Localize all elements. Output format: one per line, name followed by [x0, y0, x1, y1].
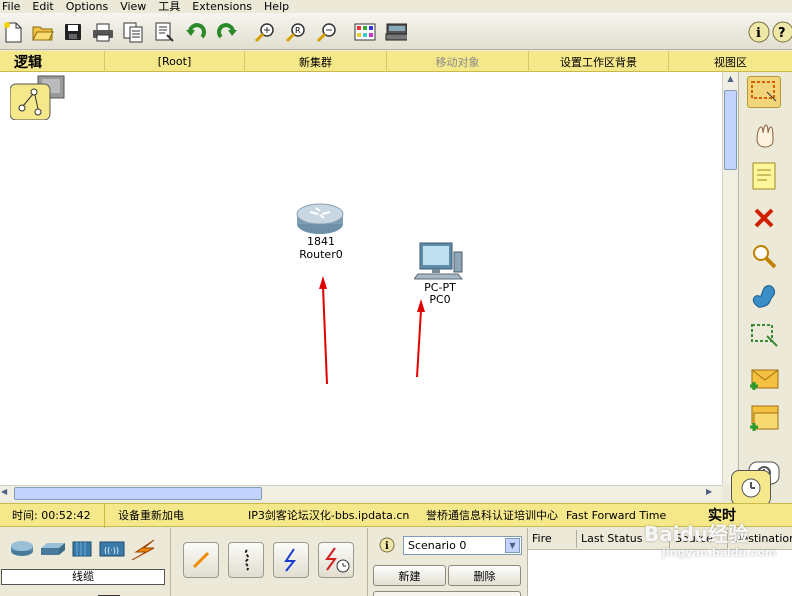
menu-extensions[interactable]: Extensions [186, 0, 258, 13]
router-icon [296, 203, 344, 234]
logical-tab-icon[interactable] [10, 74, 65, 120]
router-model-label: 1841 [307, 235, 335, 248]
menu-bar: File Edit Options View 工具 Extensions Hel… [0, 0, 792, 13]
right-toolbar [731, 72, 792, 506]
horizontal-scroll-thumb[interactable] [14, 487, 262, 500]
vertical-scroll-thumb[interactable] [724, 90, 737, 170]
new-cluster-button[interactable]: 新集群 [245, 51, 387, 72]
svg-text:?: ? [778, 26, 786, 41]
annotation-arrows [319, 276, 425, 385]
realtime-tab-icon[interactable] [731, 470, 771, 506]
root-button[interactable]: [Root] [105, 51, 245, 72]
menu-edit[interactable]: Edit [26, 0, 59, 13]
pc-device[interactable]: PC-PT PC0 [414, 242, 466, 308]
baidu-watermark-brand: Baidu经验 [644, 522, 749, 546]
logical-workspace-bar: [Root] 新集群 移动对象 设置工作区背景 视图区 [0, 51, 792, 72]
place-note-icon[interactable] [747, 160, 781, 192]
device-category-switch-icon[interactable] [40, 542, 66, 559]
menu-file[interactable]: File [0, 0, 26, 13]
device-category-router-icon[interactable] [10, 540, 34, 559]
delete-scenario-button[interactable]: 删除 [448, 565, 521, 586]
palette-icon[interactable] [354, 21, 376, 43]
info-icon[interactable]: i [748, 21, 770, 43]
device-category-hub-icon[interactable] [72, 541, 92, 560]
pc-icon [414, 242, 464, 280]
device-category-connections-icon[interactable] [130, 538, 156, 563]
router-name-label: Router0 [299, 248, 343, 261]
svg-text:i: i [756, 26, 761, 41]
scenario-selected-value: Scenario 0 [408, 539, 467, 552]
svg-text:i: i [385, 541, 389, 552]
baidu-watermark-url: jingyan.baidu.com [662, 546, 777, 559]
delete-icon[interactable] [747, 202, 781, 234]
vertical-scrollbar[interactable]: ▲ [722, 72, 738, 485]
select-icon[interactable] [747, 76, 781, 108]
svg-text:((·)): ((·)) [104, 546, 119, 555]
move-object-button[interactable]: 移动对象 [387, 51, 529, 72]
move-layout-icon[interactable] [747, 118, 781, 150]
power-cycle-button[interactable]: 设备重新加电 [118, 504, 184, 528]
baidu-watermark: Baidu经验 jingyan.baidu.com [640, 512, 776, 572]
chevron-down-icon[interactable]: ▼ [505, 538, 520, 553]
horizontal-scrollbar[interactable]: ◀ ▶ [0, 485, 722, 501]
viewport-button[interactable]: 视图区 [669, 51, 792, 72]
menu-options[interactable]: Options [60, 0, 114, 13]
new-scenario-button[interactable]: 新建 [373, 565, 446, 586]
menu-view[interactable]: View [114, 0, 152, 13]
scenario-extra-button[interactable] [373, 591, 521, 596]
redo-icon[interactable] [216, 21, 238, 43]
straight-through-cable-button[interactable] [273, 542, 309, 578]
add-complex-pdu-icon[interactable] [747, 402, 781, 434]
zoom-out-icon[interactable] [316, 21, 338, 43]
device-category-wireless-icon[interactable]: ((·)) [99, 540, 125, 561]
custom-device-icon[interactable] [385, 21, 407, 43]
serial-cable-button[interactable] [318, 542, 354, 578]
time-label: 时间: 00:52:42 [12, 509, 91, 522]
zoom-reset-icon[interactable]: R [285, 21, 307, 43]
router-device[interactable]: 1841 Router0 [296, 202, 346, 262]
auto-connection-icon [192, 551, 210, 569]
draw-shape-icon[interactable] [747, 280, 781, 312]
print-icon[interactable] [92, 21, 114, 43]
pc-annotation-arrow [416, 299, 425, 378]
pc-name-label: PC0 [429, 293, 451, 306]
scroll-right-button[interactable]: ▶ [706, 487, 718, 500]
toolbar: R i ? [0, 13, 792, 50]
save-icon[interactable] [62, 21, 84, 43]
help-icon[interactable]: ? [772, 21, 792, 43]
console-cable-button[interactable] [228, 542, 264, 578]
logical-workspace[interactable]: 1841 Router0 PC-PT PC0 [0, 72, 722, 485]
credit-text-2: 誉桥通信息科认证培训中心 [426, 509, 558, 522]
auto-connection-button[interactable] [183, 542, 219, 578]
scroll-left-button[interactable]: ◀ [1, 487, 13, 500]
add-simple-pdu-icon[interactable] [747, 362, 781, 394]
pdu-column-fire[interactable]: Fire [532, 532, 552, 545]
menu-tools[interactable]: 工具 [152, 0, 186, 13]
zoom-in-icon[interactable] [254, 21, 276, 43]
serial-clock-cable-icon [325, 547, 350, 573]
new-file-icon[interactable] [2, 21, 24, 43]
straight-through-cable-icon [284, 548, 297, 572]
scenario-info-icon[interactable]: i [379, 537, 395, 556]
console-cable-icon [244, 549, 250, 571]
activity-wizard-icon[interactable] [153, 21, 175, 43]
set-background-button[interactable]: 设置工作区背景 [529, 51, 669, 72]
copy-icon[interactable] [122, 21, 144, 43]
resize-shape-icon[interactable] [747, 320, 781, 352]
device-category-label: 线缆 [1, 569, 165, 585]
device-category-row-2 [20, 590, 120, 596]
router-annotation-arrow [319, 276, 328, 385]
inspect-icon[interactable] [747, 240, 781, 272]
credit-text: IP3剑客论坛汉化-bbs.ipdata.cn [248, 509, 410, 522]
scroll-up-button[interactable]: ▲ [724, 74, 737, 88]
logical-mode-label[interactable]: 逻辑 [14, 52, 42, 72]
menu-help[interactable]: Help [258, 0, 295, 13]
svg-text:R: R [295, 26, 301, 35]
bottom-panel: ((·)) 线缆 i Scenario 0 ▼ 新建 删除 Fire Last … [0, 522, 792, 596]
open-folder-icon[interactable] [32, 21, 54, 43]
scenario-select[interactable]: Scenario 0 ▼ [403, 536, 522, 555]
pdu-column-last-status[interactable]: Last Status [581, 532, 642, 545]
undo-icon[interactable] [185, 21, 207, 43]
